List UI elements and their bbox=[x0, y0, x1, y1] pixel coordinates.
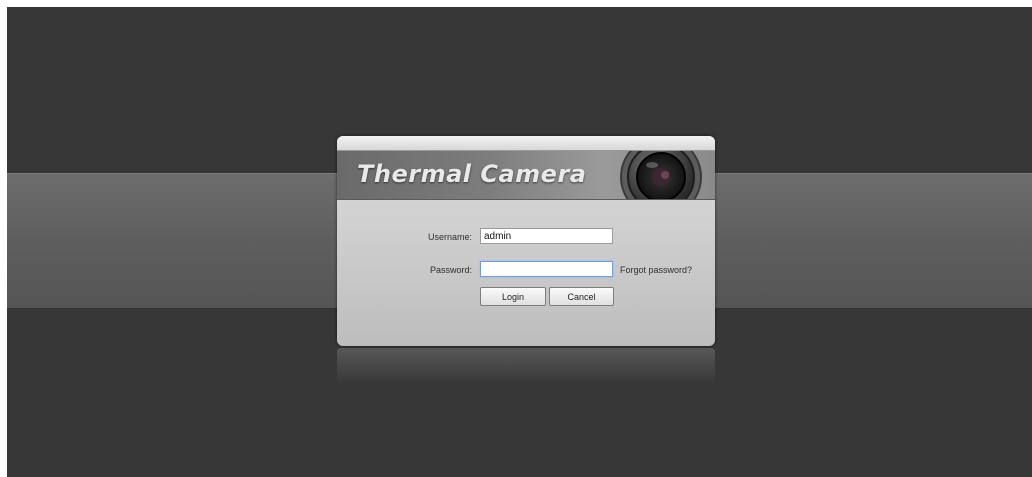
username-label: Username: bbox=[427, 232, 472, 242]
forgot-password-link[interactable]: Forgot password? bbox=[620, 265, 692, 275]
dialog-top-strip bbox=[337, 136, 715, 150]
login-page-background: Thermal Camera Username: admin Password:… bbox=[7, 7, 1032, 477]
cancel-button[interactable]: Cancel bbox=[549, 287, 614, 306]
product-banner: Thermal Camera bbox=[337, 150, 715, 200]
camera-lens-icon bbox=[620, 151, 702, 199]
password-field[interactable] bbox=[480, 261, 613, 277]
password-label: Password: bbox=[429, 265, 472, 275]
username-field[interactable] bbox=[480, 228, 613, 244]
login-button[interactable]: Login bbox=[480, 287, 546, 306]
product-title: Thermal Camera bbox=[357, 160, 587, 188]
dialog-reflection bbox=[337, 348, 715, 384]
login-form: Username: Password: Forgot password? Log… bbox=[337, 198, 715, 346]
login-dialog: Thermal Camera Username: admin Password:… bbox=[337, 136, 715, 346]
